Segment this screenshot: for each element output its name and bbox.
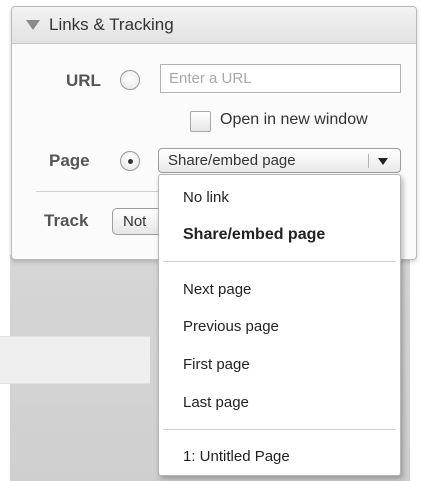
page-label: Page — [49, 151, 90, 170]
open-new-window-label: Open in new window — [220, 111, 368, 128]
track-select-value: Not — [123, 213, 147, 230]
radio-selected-dot — [128, 159, 133, 164]
url-input[interactable] — [160, 64, 401, 93]
page-select[interactable]: Share/embed page — [158, 148, 401, 173]
menu-item-first-page[interactable]: First page — [183, 356, 250, 373]
menu-item-last-page[interactable]: Last page — [183, 394, 249, 411]
menu-separator — [163, 429, 396, 430]
section-divider — [36, 191, 160, 192]
open-new-window-checkbox[interactable] — [190, 111, 211, 132]
menu-item-next-page[interactable]: Next page — [183, 281, 251, 298]
menu-item-share-embed-page[interactable]: Share/embed page — [183, 226, 325, 244]
page-select-value: Share/embed page — [168, 152, 296, 169]
dropdown-arrow-icon[interactable] — [378, 158, 388, 165]
collapse-triangle-icon[interactable] — [26, 20, 40, 30]
page-radio[interactable] — [120, 151, 140, 171]
menu-item-untitled-page[interactable]: 1: Untitled Page — [183, 448, 290, 465]
menu-separator — [163, 261, 396, 262]
canvas-strip — [0, 336, 150, 384]
track-label: Track — [44, 211, 89, 230]
panel-title: Links & Tracking — [49, 15, 174, 34]
menu-item-previous-page[interactable]: Previous page — [183, 318, 279, 335]
panel-header[interactable]: Links & Tracking — [12, 7, 416, 44]
url-label: URL — [66, 71, 101, 90]
menu-item-no-link[interactable]: No link — [183, 189, 229, 206]
page-dropdown-menu: No link Share/embed page Next page Previ… — [158, 174, 401, 476]
url-radio[interactable] — [120, 70, 140, 90]
select-separator — [368, 154, 369, 168]
